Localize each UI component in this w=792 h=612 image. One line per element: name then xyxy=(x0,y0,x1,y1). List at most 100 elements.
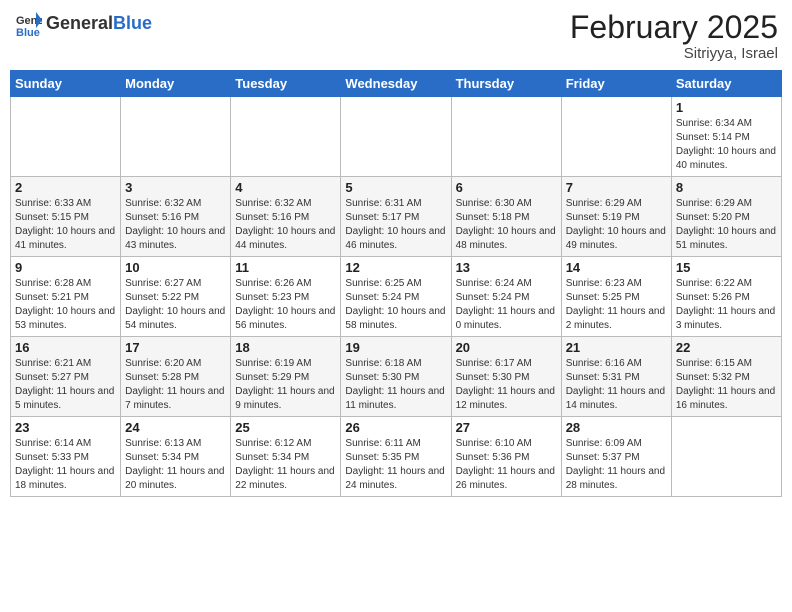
day-number: 27 xyxy=(456,420,557,435)
calendar-cell: 9 Sunrise: 6:28 AM Sunset: 5:21 PM Daylig… xyxy=(11,257,121,337)
day-info: Sunrise: 6:17 AM Sunset: 5:30 PM Dayligh… xyxy=(456,357,557,413)
day-info: Sunrise: 6:29 AM Sunset: 5:20 PM Dayligh… xyxy=(676,197,777,253)
calendar-cell xyxy=(671,417,781,497)
day-info: Sunrise: 6:32 AM Sunset: 5:16 PM Dayligh… xyxy=(235,197,336,253)
calendar-cell: 22Sunrise: 6:15 AM Sunset: 5:32 PM Dayli… xyxy=(671,337,781,417)
day-number: 11 xyxy=(235,260,336,275)
day-number: 6 xyxy=(456,180,557,195)
day-number: 26 xyxy=(345,420,446,435)
calendar-cell: 5Sunrise: 6:31 AM Sunset: 5:17 PM Daylig… xyxy=(341,177,451,257)
day-number: 18 xyxy=(235,340,336,355)
calendar-cell xyxy=(341,97,451,177)
day-number: 14 xyxy=(566,260,667,275)
svg-text:Blue: Blue xyxy=(16,27,40,38)
day-number: 17 xyxy=(125,340,226,355)
day-number: 25 xyxy=(235,420,336,435)
day-info: Sunrise: 6:14 AM Sunset: 5:33 PM Dayligh… xyxy=(15,437,116,493)
calendar-cell: 14 Sunrise: 6:23 AM Sunset: 5:25 PM Dayli… xyxy=(561,257,671,337)
weekday-header-wednesday: Wednesday xyxy=(341,71,451,97)
day-info: Sunrise: 6:27 AM Sunset: 5:22 PM Dayligh… xyxy=(125,277,226,333)
day-info: Sunrise: 6:13 AM Sunset: 5:34 PM Dayligh… xyxy=(125,437,226,493)
day-info: Sunrise: 6:12 AM Sunset: 5:34 PM Dayligh… xyxy=(235,437,336,493)
day-number: 23 xyxy=(15,420,116,435)
day-number: 3 xyxy=(125,180,226,195)
calendar-week-row: 1 Sunrise: 6:34 AM Sunset: 5:14 PM Daylig… xyxy=(11,97,782,177)
day-info: Sunrise: 6:26 AM Sunset: 5:23 PM Dayligh… xyxy=(235,277,336,333)
logo: General Blue GeneralBlue xyxy=(14,10,152,38)
day-number: 1 xyxy=(676,100,777,115)
day-number: 16 xyxy=(15,340,116,355)
calendar-cell: 16 Sunrise: 6:21 AM Sunset: 5:27 PM Dayli… xyxy=(11,337,121,417)
day-info: Sunrise: 6:19 AM Sunset: 5:29 PM Dayligh… xyxy=(235,357,336,413)
day-info: Sunrise: 6:25 AM Sunset: 5:24 PM Dayligh… xyxy=(345,277,446,333)
calendar-cell: 11 Sunrise: 6:26 AM Sunset: 5:23 PM Dayli… xyxy=(231,257,341,337)
calendar-cell: 17 Sunrise: 6:20 AM Sunset: 5:28 PM Dayli… xyxy=(121,337,231,417)
day-info: Sunrise: 6:11 AM Sunset: 5:35 PM Dayligh… xyxy=(345,437,446,493)
day-info: Sunrise: 6:09 AM Sunset: 5:37 PM Dayligh… xyxy=(566,437,667,493)
calendar-cell: 12 Sunrise: 6:25 AM Sunset: 5:24 PM Dayli… xyxy=(341,257,451,337)
day-info: Sunrise: 6:10 AM Sunset: 5:36 PM Dayligh… xyxy=(456,437,557,493)
day-number: 20 xyxy=(456,340,557,355)
day-info: Sunrise: 6:28 AM Sunset: 5:21 PM Dayligh… xyxy=(15,277,116,333)
day-number: 8 xyxy=(676,180,777,195)
day-number: 15 xyxy=(676,260,777,275)
calendar-week-row: 16 Sunrise: 6:21 AM Sunset: 5:27 PM Dayli… xyxy=(11,337,782,417)
calendar-cell: 6 Sunrise: 6:30 AM Sunset: 5:18 PM Daylig… xyxy=(451,177,561,257)
calendar-cell: 2 Sunrise: 6:33 AM Sunset: 5:15 PM Daylig… xyxy=(11,177,121,257)
logo-general-text: General xyxy=(46,13,113,33)
day-number: 21 xyxy=(566,340,667,355)
calendar-cell: 15 Sunrise: 6:22 AM Sunset: 5:26 PM Dayli… xyxy=(671,257,781,337)
day-info: Sunrise: 6:21 AM Sunset: 5:27 PM Dayligh… xyxy=(15,357,116,413)
day-number: 4 xyxy=(235,180,336,195)
calendar-cell: 4 Sunrise: 6:32 AM Sunset: 5:16 PM Daylig… xyxy=(231,177,341,257)
calendar-cell: 23 Sunrise: 6:14 AM Sunset: 5:33 PM Dayli… xyxy=(11,417,121,497)
day-info: Sunrise: 6:16 AM Sunset: 5:31 PM Dayligh… xyxy=(566,357,667,413)
calendar-table: SundayMondayTuesdayWednesdayThursdayFrid… xyxy=(10,70,782,497)
calendar-week-row: 2 Sunrise: 6:33 AM Sunset: 5:15 PM Daylig… xyxy=(11,177,782,257)
calendar-cell xyxy=(121,97,231,177)
calendar-week-row: 9 Sunrise: 6:28 AM Sunset: 5:21 PM Daylig… xyxy=(11,257,782,337)
day-number: 12 xyxy=(345,260,446,275)
calendar-cell: 28 Sunrise: 6:09 AM Sunset: 5:37 PM Dayli… xyxy=(561,417,671,497)
day-info: Sunrise: 6:23 AM Sunset: 5:25 PM Dayligh… xyxy=(566,277,667,333)
calendar-cell xyxy=(11,97,121,177)
calendar-cell: 3 Sunrise: 6:32 AM Sunset: 5:16 PM Daylig… xyxy=(121,177,231,257)
calendar-cell: 8 Sunrise: 6:29 AM Sunset: 5:20 PM Daylig… xyxy=(671,177,781,257)
calendar-cell: 19 Sunrise: 6:18 AM Sunset: 5:30 PM Dayli… xyxy=(341,337,451,417)
day-info: Sunrise: 6:34 AM Sunset: 5:14 PM Dayligh… xyxy=(676,117,777,173)
day-info: Sunrise: 6:32 AM Sunset: 5:16 PM Dayligh… xyxy=(125,197,226,253)
day-info: Sunrise: 6:20 AM Sunset: 5:28 PM Dayligh… xyxy=(125,357,226,413)
location: Sitriyya, Israel xyxy=(570,45,778,62)
weekday-header-tuesday: Tuesday xyxy=(231,71,341,97)
logo-icon: General Blue xyxy=(14,10,42,38)
month-title: February 2025 xyxy=(570,10,778,45)
day-number: 28 xyxy=(566,420,667,435)
title-block: February 2025 Sitriyya, Israel xyxy=(570,10,778,62)
day-info: Sunrise: 6:18 AM Sunset: 5:30 PM Dayligh… xyxy=(345,357,446,413)
weekday-header-friday: Friday xyxy=(561,71,671,97)
calendar-cell xyxy=(451,97,561,177)
day-number: 7 xyxy=(566,180,667,195)
calendar-cell: 7 Sunrise: 6:29 AM Sunset: 5:19 PM Daylig… xyxy=(561,177,671,257)
day-info: Sunrise: 6:33 AM Sunset: 5:15 PM Dayligh… xyxy=(15,197,116,253)
day-info: Sunrise: 6:22 AM Sunset: 5:26 PM Dayligh… xyxy=(676,277,777,333)
weekday-header-monday: Monday xyxy=(121,71,231,97)
calendar-header-row: SundayMondayTuesdayWednesdayThursdayFrid… xyxy=(11,71,782,97)
day-info: Sunrise: 6:30 AM Sunset: 5:18 PM Dayligh… xyxy=(456,197,557,253)
day-number: 19 xyxy=(345,340,446,355)
calendar-cell: 10Sunrise: 6:27 AM Sunset: 5:22 PM Dayli… xyxy=(121,257,231,337)
calendar-cell: 26 Sunrise: 6:11 AM Sunset: 5:35 PM Dayli… xyxy=(341,417,451,497)
day-number: 22 xyxy=(676,340,777,355)
calendar-cell: 18 Sunrise: 6:19 AM Sunset: 5:29 PM Dayli… xyxy=(231,337,341,417)
calendar-cell: 25 Sunrise: 6:12 AM Sunset: 5:34 PM Dayli… xyxy=(231,417,341,497)
day-number: 24 xyxy=(125,420,226,435)
day-info: Sunrise: 6:29 AM Sunset: 5:19 PM Dayligh… xyxy=(566,197,667,253)
day-number: 5 xyxy=(345,180,446,195)
day-number: 9 xyxy=(15,260,116,275)
day-number: 13 xyxy=(456,260,557,275)
weekday-header-saturday: Saturday xyxy=(671,71,781,97)
calendar-cell: 24 Sunrise: 6:13 AM Sunset: 5:34 PM Dayli… xyxy=(121,417,231,497)
logo-blue-text: Blue xyxy=(113,13,152,33)
calendar-cell: 20 Sunrise: 6:17 AM Sunset: 5:30 PM Dayli… xyxy=(451,337,561,417)
day-number: 2 xyxy=(15,180,116,195)
